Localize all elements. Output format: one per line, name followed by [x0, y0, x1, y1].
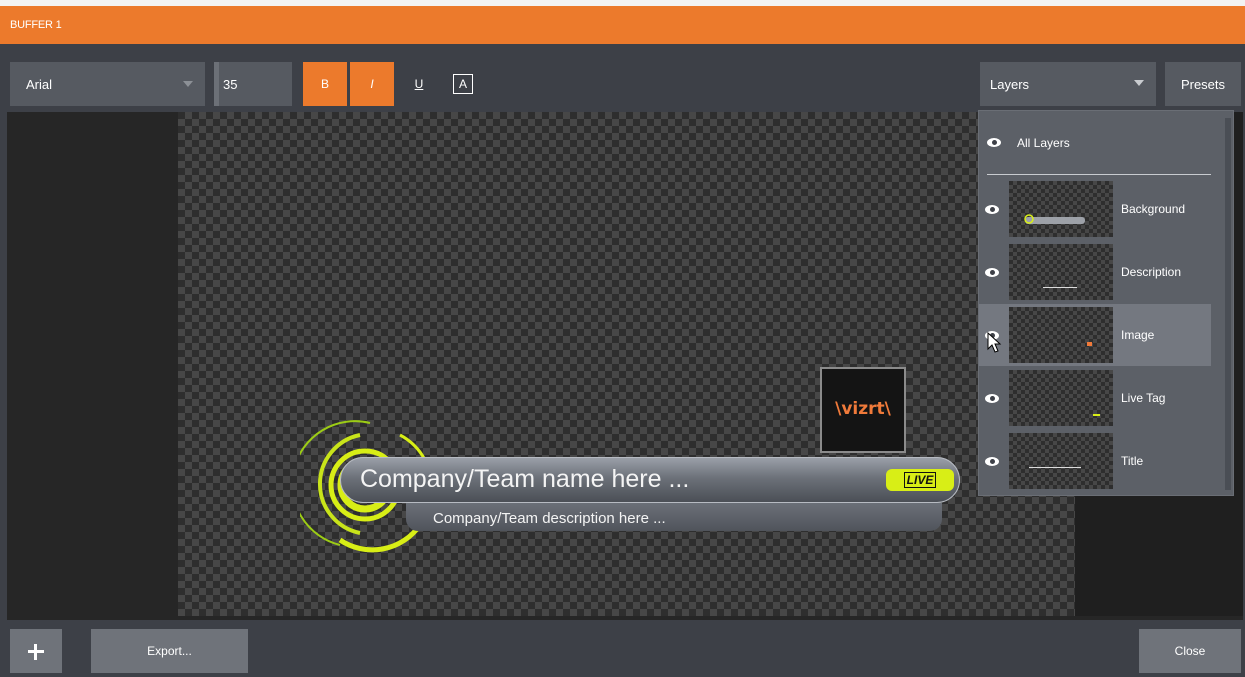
layer-label: Title: [1121, 454, 1144, 468]
layer-thumbnail: [1009, 433, 1113, 489]
chevron-down-icon: [1134, 80, 1144, 86]
all-layers-row[interactable]: All Layers: [979, 111, 1219, 175]
layer-row-image[interactable]: Image: [979, 304, 1211, 366]
layer-row-description[interactable]: Description: [979, 241, 1211, 303]
eye-icon[interactable]: [985, 205, 999, 214]
title-bar: BUFFER 1: [0, 0, 1245, 44]
layer-label: Image: [1121, 328, 1155, 342]
layer-row-title[interactable]: Title: [979, 430, 1211, 492]
layer-thumbnail: [1009, 244, 1113, 300]
export-label: Export...: [147, 644, 192, 658]
thumb-graphic: [1024, 214, 1085, 224]
all-layers-label: All Layers: [1017, 136, 1070, 150]
divider: [987, 174, 1211, 175]
logo-image[interactable]: \vizrt\: [820, 367, 906, 453]
italic-button[interactable]: I: [350, 62, 394, 106]
layers-dropdown[interactable]: Layers: [980, 62, 1156, 106]
font-size-value: 35: [223, 77, 238, 92]
text-toolbar: Arial 35 B I U A Layers Presets: [0, 44, 1245, 112]
layer-label: Background: [1121, 202, 1186, 216]
text-color-button[interactable]: A: [441, 62, 485, 106]
thumb-graphic: [1043, 287, 1077, 288]
mouse-cursor-icon: [987, 332, 1002, 353]
description-text[interactable]: Company/Team description here ...: [433, 510, 666, 527]
layer-row-live-tag[interactable]: Live Tag: [979, 367, 1211, 429]
presets-label: Presets: [1180, 77, 1226, 92]
layers-panel: All Layers Background Description Image: [978, 110, 1234, 496]
italic-label: I: [370, 77, 374, 91]
font-size-input[interactable]: 35: [214, 62, 292, 106]
text-color-label: A: [453, 74, 473, 94]
title-text[interactable]: Company/Team name here ...: [360, 465, 689, 494]
add-button[interactable]: [10, 629, 62, 673]
eye-icon[interactable]: [985, 394, 999, 403]
thumb-graphic: [1093, 414, 1100, 416]
thumb-graphic: [1087, 342, 1092, 346]
bold-button[interactable]: B: [303, 62, 347, 106]
footer-bar: Export... Close: [0, 620, 1245, 677]
layer-thumbnail: [1009, 307, 1113, 363]
underline-label: U: [414, 77, 424, 91]
thumb-graphic: [1029, 467, 1081, 468]
presets-button[interactable]: Presets: [1165, 62, 1241, 106]
layer-label: Live Tag: [1121, 391, 1166, 405]
close-button[interactable]: Close: [1139, 629, 1241, 673]
close-label: Close: [1174, 644, 1206, 658]
underline-button[interactable]: U: [397, 62, 441, 106]
chevron-down-icon: [183, 81, 193, 87]
layers-scrollbar[interactable]: [1225, 118, 1231, 490]
font-select-value: Arial: [26, 77, 53, 92]
logo-text: \vizrt\: [835, 399, 891, 419]
layers-dropdown-label: Layers: [990, 77, 1030, 92]
export-button[interactable]: Export...: [91, 629, 248, 673]
layer-row-background[interactable]: Background: [979, 178, 1211, 240]
font-select[interactable]: Arial: [10, 62, 205, 106]
bold-label: B: [320, 77, 329, 91]
window-title: BUFFER 1: [10, 19, 62, 31]
eye-icon[interactable]: [987, 138, 1001, 147]
layer-thumbnail: [1009, 370, 1113, 426]
eye-icon[interactable]: [985, 457, 999, 466]
eye-icon[interactable]: [985, 268, 999, 277]
layer-thumbnail: [1009, 181, 1113, 237]
live-tag[interactable]: LIVE: [886, 469, 954, 491]
layer-label: Description: [1121, 265, 1182, 279]
live-tag-label: LIVE: [903, 472, 937, 488]
